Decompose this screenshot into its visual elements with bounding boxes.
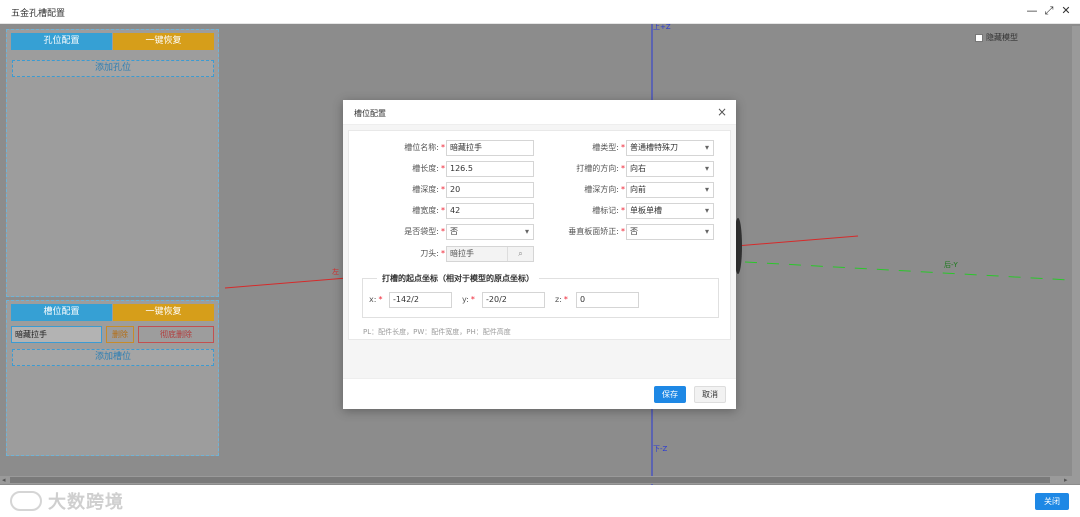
origin-z-input[interactable]: 0 — [576, 292, 639, 308]
hide-model-toggle[interactable]: 隐藏模型 — [975, 32, 1018, 43]
y-axis-line — [744, 261, 1071, 281]
scrollbar-thumb[interactable] — [10, 477, 1050, 483]
dialog-title: 槽位配置 — [354, 109, 386, 118]
slot-restore-button[interactable]: 一键恢复 — [113, 304, 214, 321]
add-hole-button[interactable]: 添加孔位 — [12, 60, 214, 77]
origin-y-label: y: * — [462, 295, 475, 304]
close-button[interactable]: 关闭 — [1035, 493, 1069, 510]
slot-length-input[interactable]: 126.5 — [446, 161, 534, 177]
dimension-hint: PL：配件长度，PW：配件宽度，PH：配件高度 — [363, 328, 511, 336]
axis-label-z-neg: 下-Z — [653, 445, 668, 453]
hole-panel-tabs: 孔位配置 一键恢复 — [11, 33, 214, 50]
vertical-correction-select[interactable]: 否 — [626, 224, 714, 240]
slot-config-button[interactable]: 槽位配置 — [11, 304, 112, 321]
slot-width-label: 槽宽度: * — [412, 206, 445, 215]
origin-fieldset: 打槽的起点坐标（相对于模型的原点坐标） x: * -142/2 y: * -20/2… — [362, 273, 719, 318]
dialog-body: 槽位名称: * 暗藏拉手 槽长度: * 126.5 槽深度: * 20 槽宽度: * 4… — [343, 125, 736, 378]
watermark-logo-icon — [10, 491, 42, 511]
cutter-label: 刀头: * — [420, 249, 445, 258]
slot-delete-button[interactable]: 删除 — [106, 326, 134, 343]
slot-form: 槽位名称: * 暗藏拉手 槽长度: * 126.5 槽深度: * 20 槽宽度: * 4… — [348, 130, 731, 340]
scroll-right-icon[interactable]: ▸ — [1064, 476, 1068, 484]
hole-restore-button[interactable]: 一键恢复 — [113, 33, 214, 50]
direction-select[interactable]: 向右 — [626, 161, 714, 177]
slot-depth-label: 槽深度: * — [412, 185, 445, 194]
scroll-left-icon[interactable]: ◂ — [2, 476, 6, 484]
origin-legend: 打槽的起点坐标（相对于模型的原点坐标） — [377, 273, 539, 284]
minimize-icon[interactable]: — — [1026, 4, 1038, 18]
slot-mark-select[interactable]: 单板单槽 — [626, 203, 714, 219]
dialog-header: 槽位配置 × — [343, 100, 736, 125]
axis-label-y-neg: 后-Y — [944, 261, 958, 269]
hole-panel: 孔位配置 一键恢复 添加孔位 — [6, 29, 219, 297]
add-slot-button[interactable]: 添加槽位 — [12, 349, 214, 366]
slot-name-label: 槽位名称: * — [404, 143, 445, 152]
watermark-text: 大数跨境 — [48, 492, 124, 513]
horizontal-scrollbar[interactable]: ◂ ▸ — [0, 476, 1080, 484]
window-titlebar: 五金孔槽配置 — ⤢ ✕ — [0, 0, 1080, 24]
slot-list-item: 暗藏拉手 删除 彻底删除 — [11, 326, 214, 343]
window-title: 五金孔槽配置 — [11, 9, 66, 19]
slot-mark-label: 槽标记: * — [592, 206, 625, 215]
cancel-button[interactable]: 取消 — [694, 386, 726, 403]
dialog-footer: 保存 取消 — [343, 378, 736, 409]
origin-x-input[interactable]: -142/2 — [389, 292, 452, 308]
axis-label-x: 左 — [332, 268, 339, 276]
slot-type-select[interactable]: 普通槽特殊刀 — [626, 140, 714, 156]
slot-depth-input[interactable]: 20 — [446, 182, 534, 198]
hide-model-label: 隐藏模型 — [986, 33, 1018, 42]
direction-label: 打槽的方向: * — [576, 164, 625, 173]
vertical-scrollbar[interactable] — [1072, 26, 1080, 476]
axis-label-z-pos: 上+Z — [653, 24, 671, 31]
hide-model-checkbox[interactable] — [975, 33, 983, 42]
vertical-correction-label: 垂直板面矫正: * — [568, 227, 625, 236]
bag-type-label: 是否袋型: * — [404, 227, 445, 236]
slot-panel: 槽位配置 一键恢复 暗藏拉手 删除 彻底删除 添加槽位 — [6, 300, 219, 456]
slot-name-input[interactable]: 暗藏拉手 — [446, 140, 534, 156]
slot-type-label: 槽类型: * — [592, 143, 625, 152]
cutter-input[interactable]: 暗拉手 ⌕ — [446, 246, 534, 262]
depth-direction-label: 槽深方向: * — [584, 185, 625, 194]
slot-delete-all-button[interactable]: 彻底删除 — [138, 326, 214, 343]
dialog-close-icon[interactable]: × — [717, 105, 727, 119]
slot-config-dialog: 槽位配置 × 槽位名称: * 暗藏拉手 槽长度: * 126.5 槽深度: * 20 … — [343, 100, 736, 409]
window-controls: — ⤢ ✕ — [1026, 4, 1072, 18]
slot-name-button[interactable]: 暗藏拉手 — [11, 326, 102, 343]
slot-length-label: 槽长度: * — [412, 164, 445, 173]
origin-z-label: z: * — [555, 295, 568, 304]
origin-x-label: x: * — [369, 295, 383, 304]
bag-type-select[interactable]: 否 — [446, 224, 534, 240]
save-button[interactable]: 保存 — [654, 386, 686, 403]
watermark: 大数跨境 — [10, 488, 124, 514]
depth-direction-select[interactable]: 向前 — [626, 182, 714, 198]
slot-panel-tabs: 槽位配置 一键恢复 — [11, 304, 214, 321]
slot-width-input[interactable]: 42 — [446, 203, 534, 219]
hole-config-button[interactable]: 孔位配置 — [11, 33, 112, 50]
search-icon[interactable]: ⌕ — [507, 247, 533, 261]
maximize-icon[interactable]: ⤢ — [1043, 4, 1055, 18]
close-icon[interactable]: ✕ — [1060, 4, 1072, 18]
footer: 大数跨境 关闭 — [0, 485, 1080, 517]
origin-y-input[interactable]: -20/2 — [482, 292, 545, 308]
